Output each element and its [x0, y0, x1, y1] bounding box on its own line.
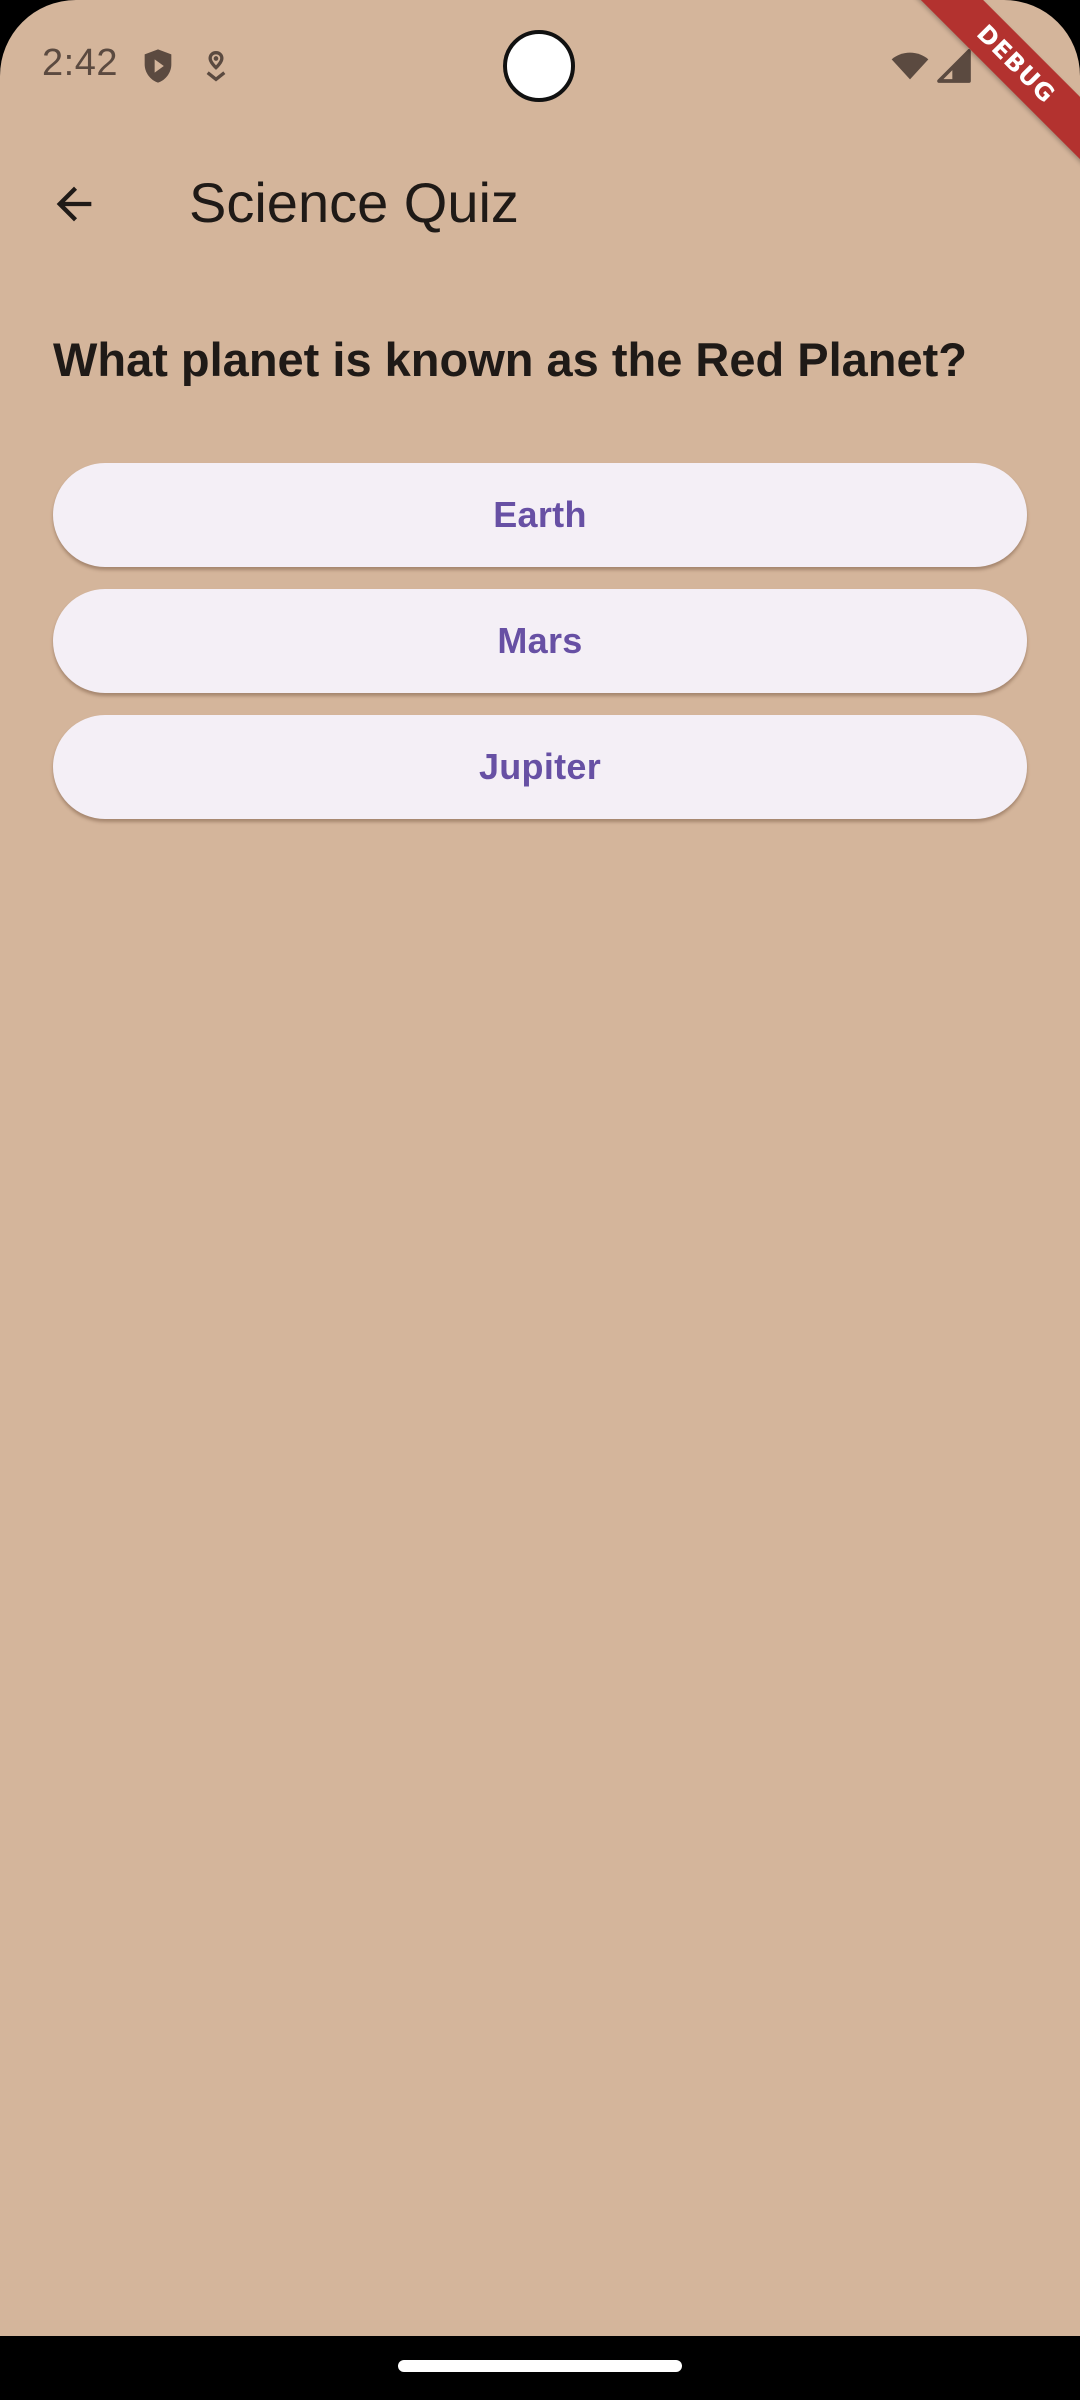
signal-icon: [934, 46, 974, 86]
question-text: What planet is known as the Red Planet?: [53, 333, 968, 386]
page-title: Science Quiz: [189, 171, 519, 234]
answer-list: Earth Mars Jupiter: [53, 463, 1027, 841]
status-time: 2:42: [42, 42, 118, 84]
location-icon: [196, 46, 236, 86]
wifi-icon: [890, 46, 930, 86]
app-bar: Science Quiz: [0, 144, 1080, 264]
answer-button-mars[interactable]: Mars: [53, 589, 1027, 693]
answer-button-jupiter[interactable]: Jupiter: [53, 715, 1027, 819]
shield-play-icon: [138, 46, 178, 86]
status-bar: 2:42 DEBUG: [0, 0, 1080, 172]
answer-button-earth[interactable]: Earth: [53, 463, 1027, 567]
app-screen: 2:42 DEBUG Science Quiz What planet is k…: [0, 0, 1080, 2336]
arrow-back-icon: [48, 178, 100, 235]
front-camera-cutout: [503, 30, 575, 102]
back-button[interactable]: [32, 164, 116, 248]
home-indicator[interactable]: [398, 2360, 682, 2372]
device-frame: 2:42 DEBUG Science Quiz What planet is k…: [0, 0, 1080, 2400]
